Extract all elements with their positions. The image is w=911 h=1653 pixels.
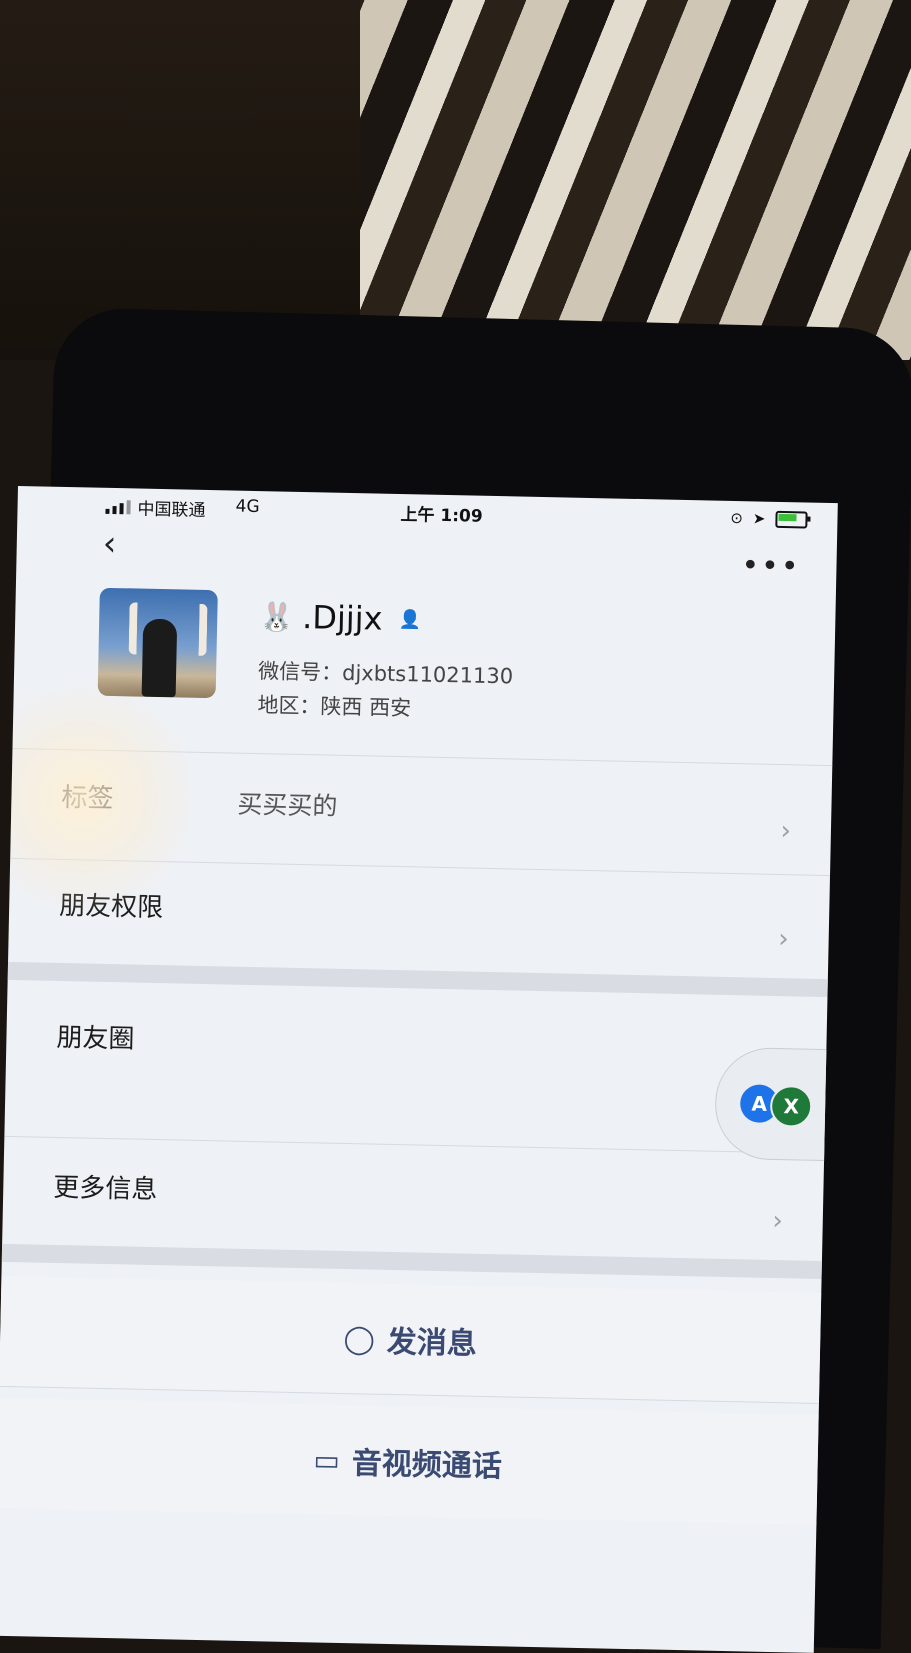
battery-icon [775, 510, 808, 529]
tags-label: 标签 [61, 782, 114, 815]
tags-row[interactable]: 标签 买买买的 › [10, 756, 832, 873]
network-type: 4G [235, 496, 260, 518]
more-info-label: 更多信息 [52, 1172, 158, 1206]
send-message-label: 发消息 [386, 1324, 478, 1362]
background-shadow [0, 0, 360, 360]
video-call-button[interactable]: ▭ 音视频通话 [0, 1397, 819, 1525]
moments-row[interactable]: 朋友圈 [5, 996, 827, 1113]
clock: 上午 1:09 [400, 505, 483, 527]
rabbit-emoji: 🐰 [258, 599, 295, 634]
video-camera-icon: ▭ [313, 1442, 341, 1477]
chat-bubble-icon: ◯ [343, 1321, 376, 1356]
person-badge-icon: 👤 [398, 608, 422, 630]
chevron-left-icon: ‹ [102, 523, 117, 565]
region: 地区：陕西 西安 [257, 693, 412, 721]
profile-header: 🐰 .Djjjx 👤 微信号：djxbts11021130 地区：陕西 西安 [97, 587, 799, 723]
floating-app-switcher[interactable]: A X [714, 1046, 838, 1162]
status-icons: ⊙ ➤ [730, 509, 808, 529]
phone-screen: 中国联通 4G 上午 1:09 ⊙ ➤ ‹ ••• 🐰 .Djjjx 👤 微信号… [0, 486, 838, 1653]
nickname: 🐰 .Djjjx 👤 [259, 597, 421, 638]
permissions-label: 朋友权限 [58, 890, 164, 924]
chevron-right-icon: › [772, 1205, 784, 1237]
carrier-label: 中国联通 [137, 499, 206, 521]
send-message-button[interactable]: ◯ 发消息 [0, 1275, 822, 1403]
orientation-lock-icon: ⊙ [730, 508, 744, 528]
wechat-id: 微信号：djxbts11021130 [257, 659, 514, 689]
tags-value: 买买买的 [237, 789, 338, 821]
chevron-right-icon: › [777, 924, 789, 955]
location-icon: ➤ [752, 509, 766, 528]
moments-label: 朋友圈 [56, 1022, 135, 1055]
chevron-right-icon: › [780, 816, 792, 847]
app-x-icon[interactable]: X [769, 1084, 813, 1128]
signal-icon [105, 500, 131, 515]
more-options-button[interactable]: ••• [741, 548, 801, 584]
back-button[interactable]: ‹ [102, 524, 116, 564]
avatar[interactable] [97, 587, 218, 699]
video-call-label: 音视频通话 [351, 1446, 503, 1485]
nickname-text: .Djjjx [301, 597, 383, 638]
